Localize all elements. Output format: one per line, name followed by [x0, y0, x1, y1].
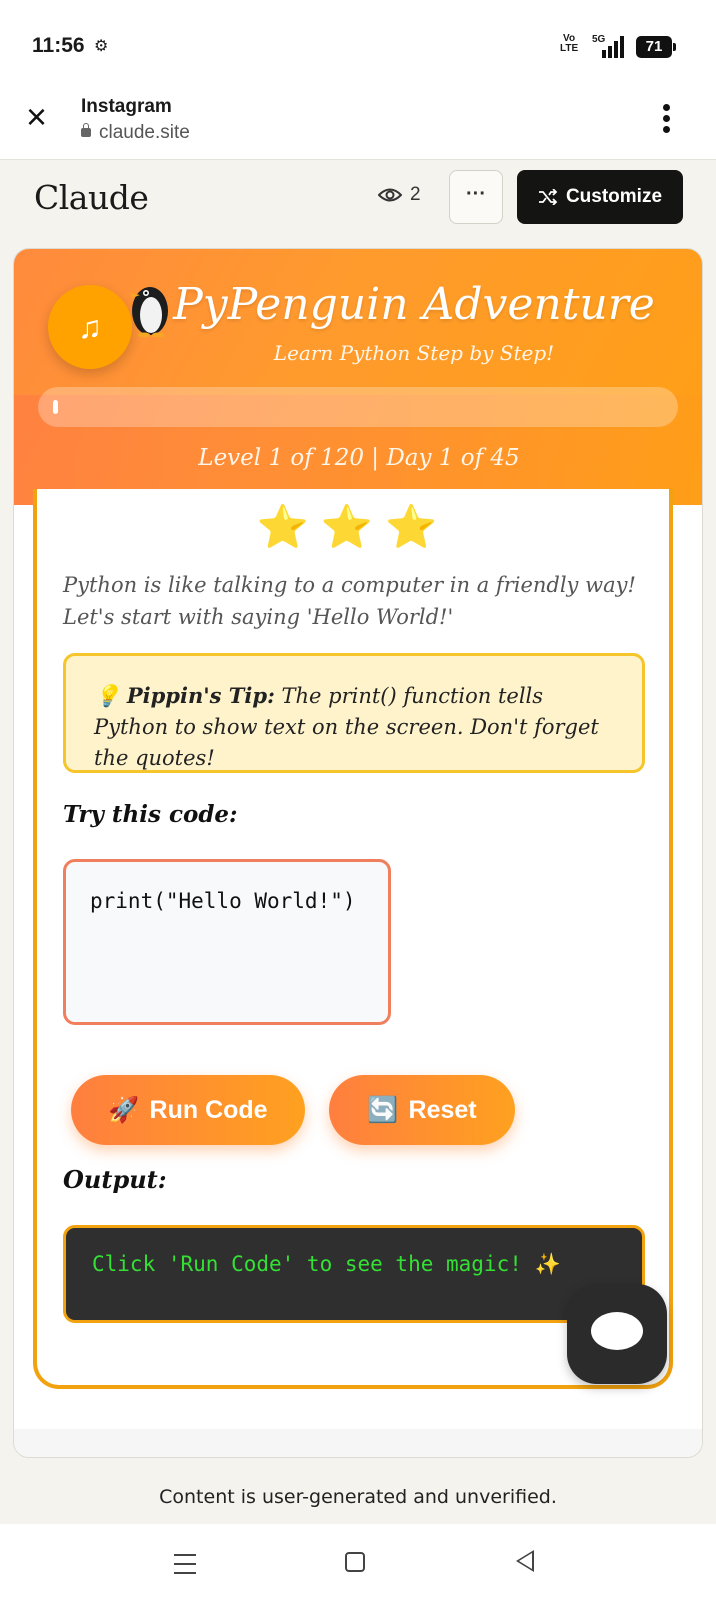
claude-logo[interactable]: Claude	[34, 178, 149, 217]
rocket-icon: 🚀	[108, 1095, 140, 1124]
lesson-intro: Python is like talking to a computer in …	[63, 573, 636, 629]
reset-button[interactable]: 🔄 Reset	[329, 1075, 515, 1145]
home-icon[interactable]	[345, 1552, 365, 1572]
tip-label: Pippin's Tip:	[126, 683, 275, 708]
recent-apps-icon[interactable]	[174, 1554, 196, 1574]
run-code-label: Run Code	[149, 1095, 268, 1124]
lock-icon	[81, 123, 91, 137]
view-count-value: 2	[410, 184, 421, 205]
back-icon[interactable]	[516, 1550, 534, 1572]
close-icon[interactable]: ×	[26, 99, 56, 135]
progress-fill	[53, 400, 58, 414]
run-code-button[interactable]: 🚀 Run Code	[71, 1075, 305, 1145]
output-console: Click 'Run Code' to see the magic! ✨	[63, 1225, 645, 1323]
status-bar: 11:56 ⚙ Vo LTE 5G 71	[0, 0, 716, 88]
browser-app-title: Instagram	[81, 96, 172, 117]
lesson-card: ⭐⭐⭐ Python is like talking to a computer…	[33, 489, 673, 1389]
artifact-frame: ♫ PyPenguin Adventure Learn Python Step …	[13, 248, 703, 1458]
app-subtitle: Learn Python Step by Step!	[273, 341, 555, 365]
system-nav-bar	[0, 1524, 716, 1600]
settings-notification-icon: ⚙	[94, 38, 109, 55]
more-options-button[interactable]: ···	[449, 170, 503, 224]
output-label: Output:	[63, 1165, 167, 1194]
disclaimer-text: Content is user-generated and unverified…	[159, 1486, 557, 1508]
chat-icon	[591, 1312, 643, 1350]
chat-bubble-button[interactable]	[567, 1284, 667, 1384]
status-time: 11:56	[32, 34, 85, 57]
browser-url: claude.site	[81, 122, 190, 144]
customize-label: Customize	[565, 186, 663, 207]
frame-bottom	[14, 1429, 702, 1457]
star-rating: ⭐⭐⭐	[256, 503, 450, 550]
view-count: 2	[378, 184, 421, 206]
browser-bar: × Instagram claude.site	[0, 88, 716, 160]
app-title: PyPenguin Adventure	[173, 279, 655, 330]
progress-bar	[38, 387, 678, 427]
claude-header: Claude 2 ··· Customize	[0, 160, 716, 242]
signal-icon	[602, 36, 628, 58]
hero-header: ♫ PyPenguin Adventure Learn Python Step …	[14, 249, 702, 505]
try-code-label: Try this code:	[63, 801, 238, 828]
browser-menu-icon[interactable]	[660, 104, 672, 136]
code-editor[interactable]: print("Hello World!")	[63, 859, 391, 1025]
shuffle-icon	[538, 189, 558, 205]
url-text: claude.site	[99, 122, 190, 143]
eye-icon	[378, 188, 402, 202]
volte-indicator: Vo LTE	[560, 33, 579, 54]
tip-box: 💡 Pippin's Tip: The print() function tel…	[63, 653, 645, 773]
customize-button[interactable]: Customize	[517, 170, 683, 224]
reset-label: Reset	[408, 1095, 477, 1124]
battery-indicator: 71	[636, 36, 676, 58]
lightbulb-icon: 💡	[94, 684, 121, 708]
level-indicator: Level 1 of 120 | Day 1 of 45	[198, 445, 520, 471]
reset-icon: 🔄	[367, 1095, 399, 1124]
